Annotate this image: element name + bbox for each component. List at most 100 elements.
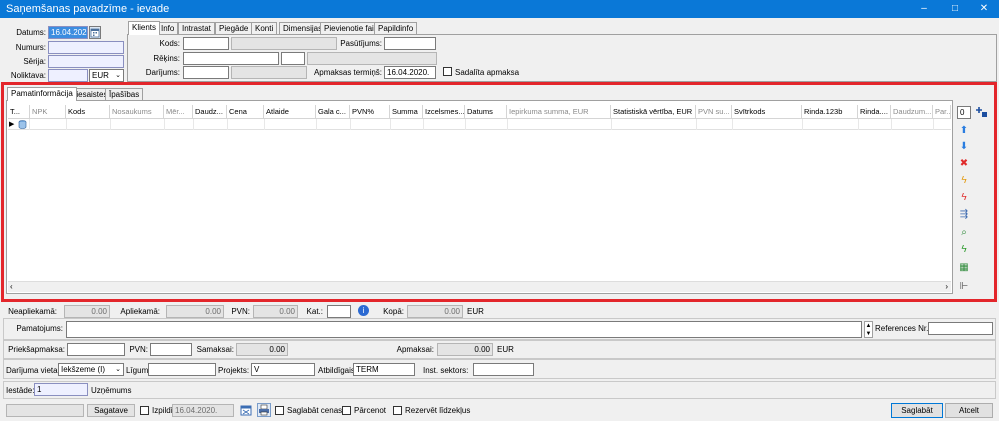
tab-pamatinformacija[interactable]: Pamatinformācija bbox=[7, 87, 77, 101]
column-header[interactable]: Iepirkuma summa, EUR bbox=[507, 105, 611, 119]
window-title: Saņemšanas pavadzīme - ievade bbox=[6, 3, 170, 15]
column-header[interactable]: Daudzum... bbox=[891, 105, 933, 119]
lightning-red-icon[interactable]: ϟ bbox=[958, 192, 970, 204]
scroll-left-icon[interactable]: ‹ bbox=[10, 282, 13, 291]
tab-pievienotie-faili[interactable]: Pievienotie faili bbox=[320, 22, 382, 34]
references-field[interactable] bbox=[928, 322, 993, 335]
rekins-extra-field[interactable] bbox=[281, 52, 305, 65]
pvn-field: 0.00 bbox=[253, 305, 298, 318]
numurs-field[interactable] bbox=[48, 41, 124, 54]
noliktava-label: Noliktava: bbox=[10, 71, 46, 80]
inst-sektors-field[interactable] bbox=[473, 363, 534, 376]
move-up-icon[interactable]: ⬆ bbox=[958, 125, 970, 137]
save-button[interactable]: Saglabāt bbox=[891, 403, 943, 418]
pasutijums-field[interactable] bbox=[384, 37, 436, 50]
currency-select[interactable]: EUR ⌄ bbox=[89, 69, 124, 82]
pamatojums-field[interactable] bbox=[66, 321, 862, 338]
column-header[interactable]: Kods bbox=[66, 105, 110, 119]
column-header[interactable]: PVN% bbox=[350, 105, 390, 119]
noliktava-field[interactable] bbox=[48, 69, 88, 82]
sadalita-checkbox[interactable] bbox=[443, 67, 452, 76]
column-header[interactable]: Summa bbox=[390, 105, 423, 119]
tab-ipasibas[interactable]: Īpašības bbox=[105, 88, 144, 100]
cancel-button[interactable]: Atcelt bbox=[945, 403, 993, 418]
column-header[interactable]: T... bbox=[8, 105, 30, 119]
serija-field[interactable] bbox=[48, 55, 124, 68]
delete-icon[interactable]: ✖ bbox=[958, 158, 970, 170]
tab-info[interactable]: Info bbox=[157, 22, 179, 34]
pamatojums-label: Pamatojums: bbox=[16, 324, 63, 333]
column-header[interactable]: Nosaukums bbox=[110, 105, 164, 119]
column-header[interactable]: Izcelsmes... bbox=[423, 105, 465, 119]
iestade-name: Uzņēmums bbox=[91, 386, 132, 395]
tab-klients[interactable]: Klients bbox=[128, 21, 161, 35]
column-header[interactable]: Par... bbox=[933, 105, 951, 119]
kopa-field: 0.00 bbox=[407, 305, 463, 318]
excel-icon[interactable]: ▦ bbox=[958, 262, 970, 274]
column-header[interactable]: NPK bbox=[30, 105, 66, 119]
apmaksas-termins-field[interactable]: 16.04.2020. bbox=[384, 66, 436, 79]
samaksai-label: Samaksai: bbox=[196, 345, 234, 354]
rezervet-checkbox[interactable] bbox=[393, 406, 402, 415]
pamatojums-spinner[interactable]: ▲ ▼ bbox=[864, 321, 873, 338]
saglabat-cenas-checkbox[interactable] bbox=[275, 406, 284, 415]
ligums-field[interactable] bbox=[148, 363, 216, 376]
apliekama-label: Apliekamā: bbox=[120, 307, 160, 316]
apmaksai-label: Apmaksai: bbox=[396, 345, 434, 354]
tab-intrastat[interactable]: Intrastat bbox=[178, 22, 215, 34]
scroll-right-icon[interactable]: › bbox=[945, 282, 948, 291]
column-header[interactable]: Gala c... bbox=[316, 105, 350, 119]
tab-piegade[interactable]: Piegāde bbox=[215, 22, 253, 34]
rezervet-label: Rezervēt līdzekļus bbox=[405, 406, 471, 415]
column-header[interactable]: Statistiskā vērtība, EUR bbox=[611, 105, 696, 119]
iestade-field[interactable]: 1 bbox=[34, 383, 88, 396]
samaksai-field: 0.00 bbox=[236, 343, 288, 356]
add-row-icon[interactable] bbox=[976, 106, 988, 118]
rekins-field[interactable] bbox=[183, 52, 279, 65]
maximize-button[interactable]: □ bbox=[940, 0, 970, 18]
export-icon[interactable]: ⇶ bbox=[958, 209, 970, 221]
darijuma-vieta-select[interactable]: Iekšzeme (I) ⌄ bbox=[58, 363, 124, 376]
minimize-button[interactable]: – bbox=[909, 0, 939, 18]
serija-label: Sērija: bbox=[23, 57, 46, 66]
column-header[interactable]: Atlaide bbox=[264, 105, 316, 119]
close-button[interactable]: ✕ bbox=[969, 0, 999, 18]
payments-pvn-field[interactable] bbox=[150, 343, 192, 356]
table-row[interactable]: ▶ bbox=[8, 119, 951, 130]
kopa-label: Kopā: bbox=[383, 307, 404, 316]
kods-field[interactable] bbox=[183, 37, 229, 50]
izpildit-checkbox[interactable] bbox=[140, 406, 149, 415]
info-icon[interactable]: i bbox=[358, 305, 369, 316]
print-icon[interactable] bbox=[257, 403, 271, 417]
pvn-label: PVN: bbox=[231, 307, 250, 316]
saglabat-cenas-label: Saglabāt cenas bbox=[287, 406, 343, 415]
column-header[interactable]: Mēr... bbox=[164, 105, 193, 119]
datums-label: Datums: bbox=[16, 28, 46, 37]
row-counter-field[interactable]: 0 bbox=[957, 106, 971, 119]
calendar-icon[interactable] bbox=[89, 26, 101, 39]
lightning-icon[interactable]: ϟ bbox=[958, 175, 970, 187]
column-header[interactable]: Svītrkods bbox=[732, 105, 802, 119]
column-header[interactable]: Rinda.123b bbox=[802, 105, 858, 119]
lightning-green-icon[interactable]: ϟ bbox=[958, 244, 970, 256]
horizontal-scrollbar[interactable]: ‹ › bbox=[8, 281, 951, 292]
search-icon[interactable]: ⌕ bbox=[958, 227, 970, 239]
column-header[interactable]: Cena bbox=[227, 105, 264, 119]
move-down-icon[interactable]: ⬇ bbox=[958, 141, 970, 153]
parcenot-checkbox[interactable] bbox=[342, 406, 351, 415]
kat-field[interactable] bbox=[327, 305, 351, 318]
projekts-field[interactable]: V bbox=[251, 363, 315, 376]
column-header[interactable]: Rinda.... bbox=[858, 105, 891, 119]
prieksapmaksa-field[interactable] bbox=[67, 343, 125, 356]
tab-konti[interactable]: Konti bbox=[251, 22, 278, 34]
atbildigais-field[interactable]: TERM bbox=[353, 363, 415, 376]
calendar-icon[interactable] bbox=[240, 404, 253, 417]
tab-papildinfo[interactable]: Papildinfo bbox=[374, 22, 418, 34]
grid-header: T... NPK Kods Nosaukums Mēr... Daudz... … bbox=[8, 105, 951, 119]
datums-field[interactable]: 16.04.2020 bbox=[48, 26, 88, 39]
column-header[interactable]: Daudz... bbox=[193, 105, 227, 119]
darijums-field[interactable] bbox=[183, 66, 229, 79]
column-header[interactable]: PVN su... bbox=[696, 105, 732, 119]
column-settings-icon[interactable]: ⊩ bbox=[958, 281, 970, 293]
column-header[interactable]: Datums bbox=[465, 105, 507, 119]
